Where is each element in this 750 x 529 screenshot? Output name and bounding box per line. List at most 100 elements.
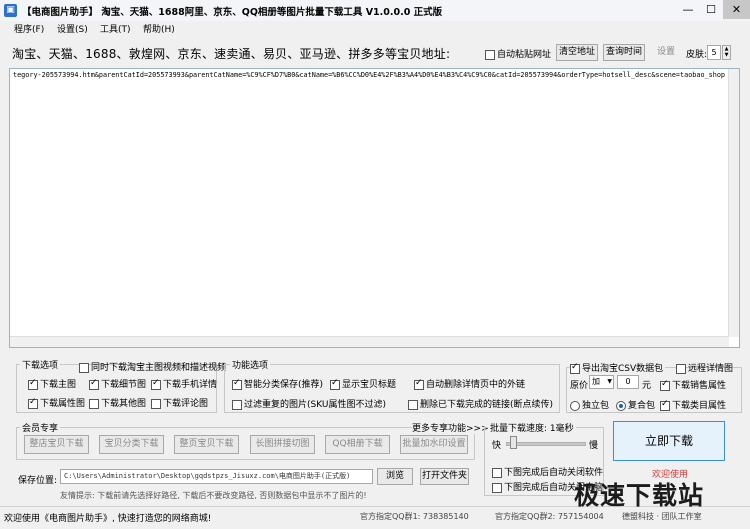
clear-address-button[interactable]: 清空地址 (556, 44, 598, 61)
save-path-input[interactable]: C:\Users\Administrator\Desktop\gqdstpzs_… (60, 469, 373, 484)
auto-remove-links-option[interactable]: 自动删除详情页中的外链 (414, 377, 525, 390)
download-other-image-option[interactable]: 下载其他图 (89, 396, 146, 409)
auto-remove-links-label: 自动删除详情页中的外链 (426, 380, 526, 390)
category-download-button[interactable]: 宝贝分类下载 (99, 435, 164, 454)
smart-classify-checkbox[interactable] (232, 378, 242, 390)
also-download-video-checkbox[interactable] (79, 362, 89, 373)
show-title-checkbox[interactable] (330, 378, 340, 390)
download-detail-image-checkbox[interactable] (89, 378, 99, 390)
long-image-stitch-button[interactable]: 长图拼接切图 (250, 435, 315, 454)
also-download-video-option[interactable]: 同时下载淘宝主图视频和描述视频 (79, 360, 226, 373)
window-title: 【电商图片助手】 淘宝、天猫、1688阿里、京东、QQ相册等图片批量下载工具 V… (22, 7, 443, 18)
sales-attr-label: 下载销售属性 (672, 381, 727, 391)
more-features-link[interactable]: 更多专享功能>>> (412, 421, 489, 434)
speed-label: 批量下载速度: 1毫秒 (488, 421, 576, 434)
price-unit-label: 元 (642, 381, 652, 391)
show-title-option[interactable]: 显示宝贝标题 (330, 377, 396, 390)
delete-completed-label: 删除已下载完成的链接(断点续传) (420, 400, 554, 410)
app-icon: ▣ (4, 4, 17, 17)
menu-tools[interactable]: 工具(T) (100, 22, 131, 35)
browse-button[interactable]: 浏览 (377, 468, 413, 485)
download-main-image-checkbox[interactable] (28, 378, 38, 390)
status-company: 德盟科技 · 团队工作室 (622, 512, 702, 521)
auto-paste-checkbox[interactable] (485, 49, 495, 60)
show-title-label: 显示宝贝标题 (342, 380, 397, 390)
save-location-label: 保存位置: (18, 476, 58, 486)
qq-album-download-button[interactable]: QQ相册下载 (325, 435, 390, 454)
category-attr-checkbox[interactable] (660, 399, 670, 411)
skin-label: 皮肤: (686, 50, 708, 60)
download-review-image-option[interactable]: 下载评论图 (151, 396, 208, 409)
smart-classify-option[interactable]: 智能分类保存(推荐) (232, 377, 323, 390)
price-operation-value: 加 (592, 377, 600, 386)
download-attribute-image-checkbox[interactable] (28, 397, 38, 409)
delete-completed-checkbox[interactable] (408, 399, 418, 410)
delete-completed-option[interactable]: 删除已下载完成的链接(断点续传) (408, 397, 553, 410)
auto-shutdown-checkbox[interactable] (492, 482, 502, 493)
open-folder-button[interactable]: 打开文件夹 (420, 468, 469, 485)
download-now-button[interactable]: 立即下载 (613, 421, 725, 461)
status-qq-group-1: 官方指定QQ群1: 738385140 (360, 512, 469, 521)
independent-package-label: 独立包 (582, 401, 610, 411)
watermark-text: 极速下载站 (574, 481, 705, 510)
vertical-scrollbar[interactable] (728, 69, 739, 337)
composite-package-label: 复合包 (628, 401, 656, 411)
export-csv-option[interactable]: 导出淘宝CSV数据包 (570, 361, 666, 374)
price-operation-select[interactable]: 加 ▼ (589, 375, 614, 389)
download-main-image-option[interactable]: 下载主图 (28, 377, 76, 390)
maximize-button[interactable]: ☐ (700, 0, 722, 19)
download-mobile-detail-option[interactable]: 下载手机详情 (151, 377, 217, 390)
composite-package-option[interactable]: 复合包 (616, 398, 655, 411)
skin-spinner[interactable]: ▲ ▼ (722, 45, 731, 60)
sales-attr-option[interactable]: 下载销售属性 (660, 378, 726, 391)
export-csv-label: 导出淘宝CSV数据包 (582, 364, 664, 374)
download-other-image-checkbox[interactable] (89, 398, 99, 409)
status-welcome: 欢迎使用《电商图片助手》, 快速打造您的网络商城! (4, 514, 212, 524)
query-time-button[interactable]: 查询时间 (603, 44, 645, 61)
auto-remove-links-checkbox[interactable] (414, 378, 424, 390)
download-mobile-detail-checkbox[interactable] (151, 378, 161, 390)
menu-help[interactable]: 帮助(H) (143, 22, 175, 35)
whole-shop-download-button[interactable]: 整店宝贝下载 (24, 435, 89, 454)
speed-slider-thumb[interactable] (509, 436, 517, 449)
remote-detail-option[interactable]: 远程详情图 (676, 361, 733, 374)
auto-close-software-checkbox[interactable] (492, 467, 502, 478)
minimize-button[interactable]: — (677, 0, 699, 19)
whole-page-download-button[interactable]: 整页宝贝下载 (174, 435, 239, 454)
menu-settings[interactable]: 设置(S) (57, 22, 88, 35)
download-detail-image-label: 下载细节图 (101, 380, 147, 390)
filter-duplicate-option[interactable]: 过滤重复的图片(SKU属性图不过滤) (232, 397, 386, 410)
download-options-label: 下载选项 (20, 358, 61, 371)
url-textarea[interactable]: tegory-205573994.htm&parentCatId=2055739… (9, 68, 740, 348)
menu-program[interactable]: 程序(F) (14, 22, 44, 35)
tip-text: 友情提示: 下载前请先选择好路径, 下载后不要改变路径, 否则数据包中显示不了图… (60, 491, 367, 500)
function-options-label: 功能选项 (230, 358, 271, 371)
composite-package-radio[interactable] (616, 400, 626, 411)
download-review-image-checkbox[interactable] (151, 398, 161, 409)
chevron-down-icon: ▼ (607, 378, 612, 385)
address-label: 淘宝、天猫、1688、敦煌网、京东、速卖通、易贝、亚马逊、拼多多等宝贝地址: (12, 47, 451, 61)
remote-detail-checkbox[interactable] (676, 363, 686, 374)
download-attribute-image-option[interactable]: 下载属性图 (28, 396, 85, 409)
category-attr-option[interactable]: 下载类目属性 (660, 398, 726, 411)
skin-input[interactable]: 5 (707, 45, 721, 60)
remote-detail-label: 远程详情图 (688, 364, 734, 374)
filter-duplicate-checkbox[interactable] (232, 399, 242, 410)
horizontal-scrollbar[interactable] (10, 336, 729, 347)
independent-package-radio[interactable] (570, 400, 580, 411)
price-value-input[interactable]: 0 (617, 375, 639, 389)
url-text: tegory-205573994.htm&parentCatId=2055739… (13, 71, 726, 79)
export-csv-checkbox[interactable] (570, 362, 580, 374)
auto-paste-option[interactable]: 自动粘贴网址 (485, 47, 551, 60)
close-button[interactable]: ✕ (723, 0, 750, 19)
batch-watermark-button[interactable]: 批量加水印设置 (400, 435, 468, 454)
settings-button[interactable]: 设置 (651, 44, 681, 61)
member-exclusive-label: 会员专享 (20, 421, 61, 434)
also-download-video-label: 同时下载淘宝主图视频和描述视频 (91, 363, 227, 373)
download-detail-image-option[interactable]: 下载细节图 (89, 377, 146, 390)
speed-slider-track[interactable] (506, 442, 586, 446)
independent-package-option[interactable]: 独立包 (570, 398, 609, 411)
sales-attr-checkbox[interactable] (660, 379, 670, 391)
speed-fast-label: 快 (492, 441, 502, 451)
category-attr-label: 下载类目属性 (672, 401, 727, 411)
